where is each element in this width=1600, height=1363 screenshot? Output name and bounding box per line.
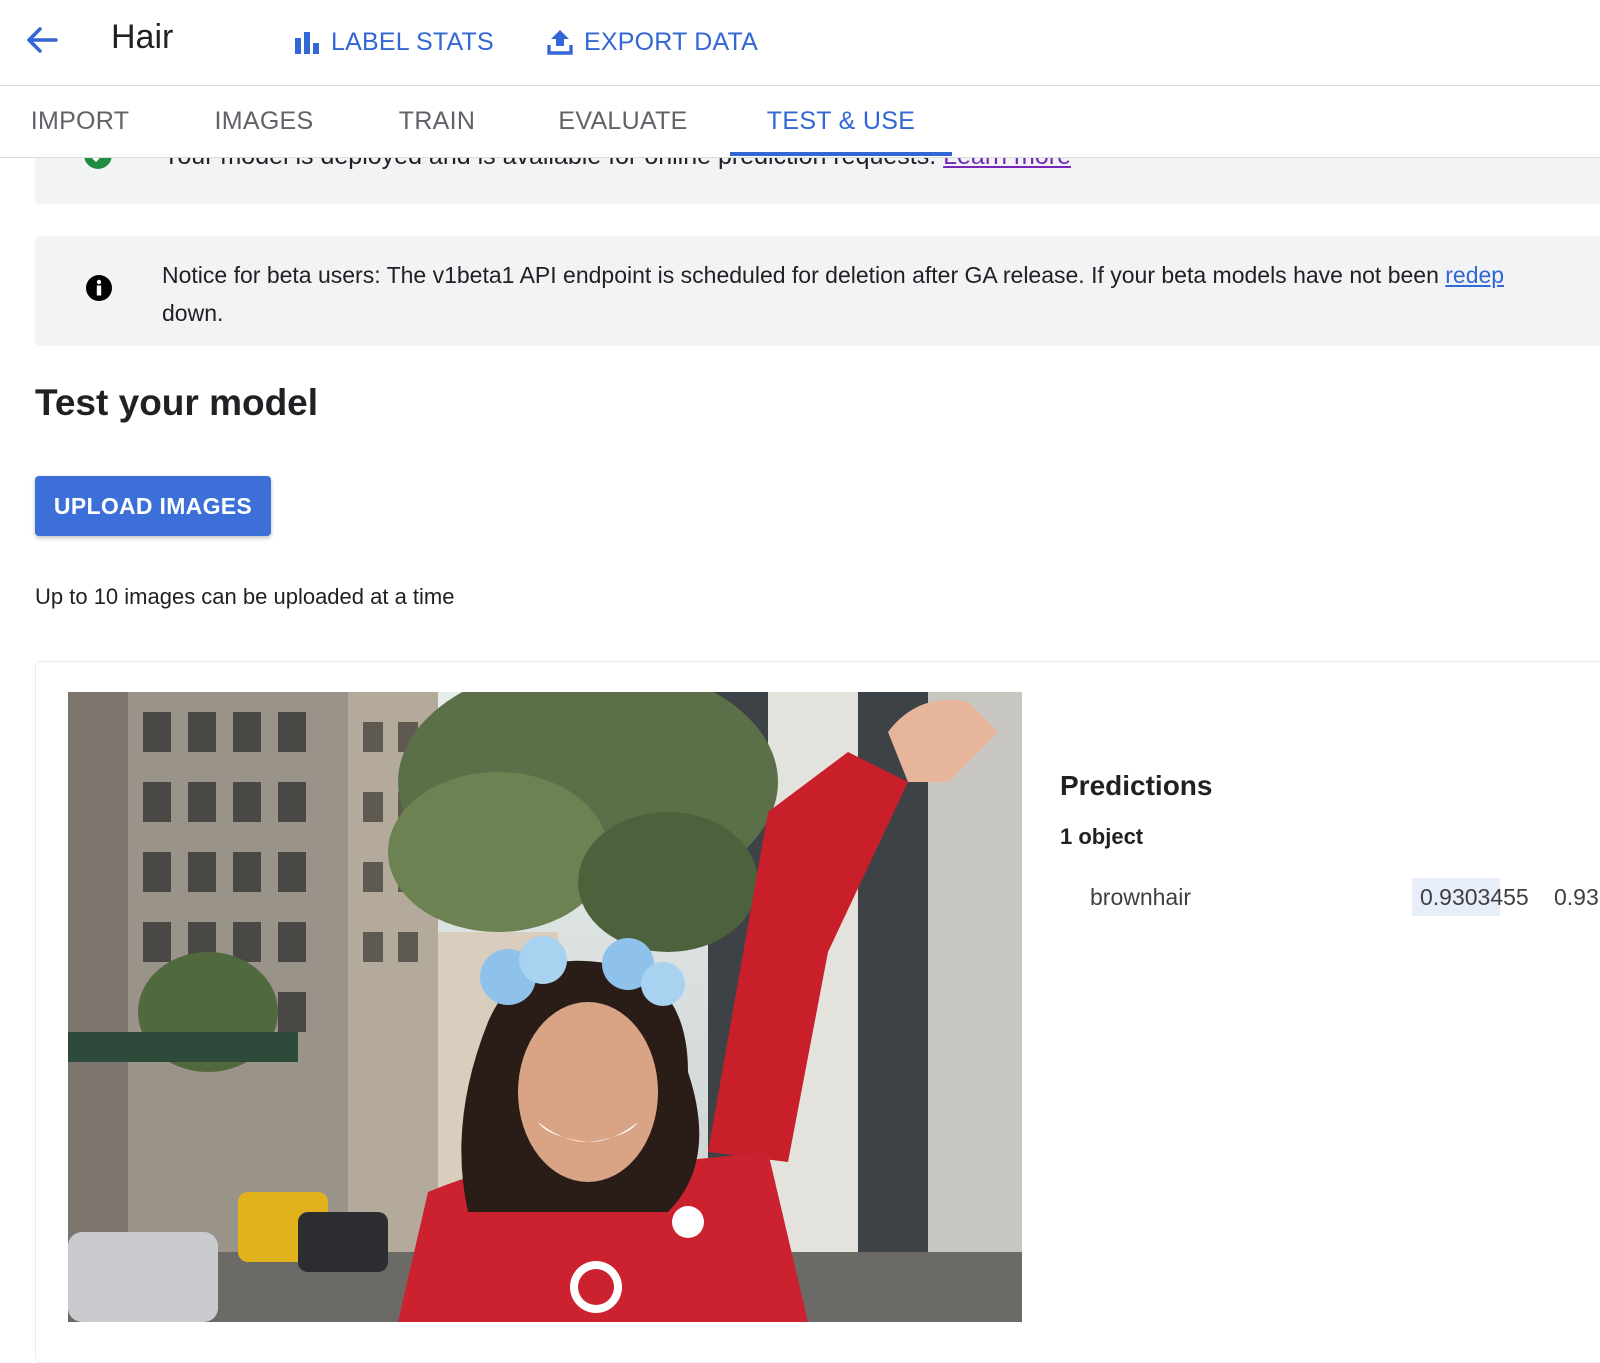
upload-icon — [547, 30, 573, 55]
predictions-title: Predictions — [1060, 770, 1213, 801]
app-header: Hair LABEL STATS EXPORT DATA — [0, 0, 1600, 86]
tab-bar: IMPORT IMAGES TRAIN EVALUATE TEST & USE — [0, 86, 1600, 158]
tab-test-use[interactable]: TEST & USE — [730, 86, 952, 157]
bar-chart-icon — [295, 32, 319, 54]
page-title: Hair — [111, 18, 174, 56]
active-tab-indicator — [730, 152, 952, 156]
section-title: Test your model — [35, 382, 319, 423]
beta-notice-banner: Notice for beta users: The v1beta1 API e… — [35, 236, 1600, 346]
prediction-score: 0.9303455 — [1412, 878, 1529, 916]
upload-hint: Up to 10 images can be uploaded at a tim… — [35, 584, 455, 609]
label-stats-label: LABEL STATS — [331, 27, 494, 56]
prediction-score-secondary: 0.93 — [1554, 884, 1599, 910]
tab-train[interactable]: TRAIN — [385, 86, 489, 157]
tab-images[interactable]: IMAGES — [200, 86, 328, 157]
upload-images-button[interactable]: UPLOAD IMAGES — [35, 476, 271, 536]
export-data-button[interactable]: EXPORT DATA — [546, 22, 758, 62]
redeploy-link[interactable]: redep — [1445, 262, 1504, 288]
prediction-result-card — [35, 661, 1600, 1363]
test-image — [68, 692, 1022, 1322]
object-count: 1 object — [1060, 824, 1144, 849]
tab-import[interactable]: IMPORT — [20, 86, 140, 157]
beta-notice-text: Notice for beta users: The v1beta1 API e… — [162, 262, 1505, 326]
label-stats-button[interactable]: LABEL STATS — [293, 22, 494, 62]
arrow-back-icon[interactable] — [22, 20, 62, 60]
tab-evaluate[interactable]: EVALUATE — [552, 86, 694, 157]
prediction-label: brownhair — [1090, 884, 1191, 910]
export-data-label: EXPORT DATA — [584, 27, 759, 56]
info-icon — [86, 275, 112, 301]
